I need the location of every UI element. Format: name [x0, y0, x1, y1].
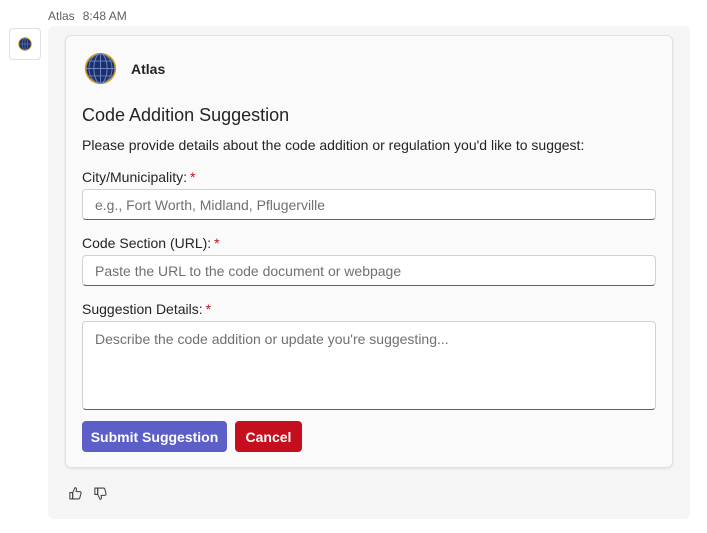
reaction-bar — [68, 486, 108, 501]
code-section-url-input[interactable] — [82, 255, 656, 286]
globe-logo-icon — [84, 52, 117, 85]
code-section-label: Code Section (URL): * — [82, 235, 220, 251]
message-meta: Atlas 8:48 AM — [48, 9, 127, 23]
suggestion-details-label: Suggestion Details: * — [82, 301, 211, 317]
thumbs-down-button[interactable] — [93, 486, 108, 501]
required-marker: * — [190, 169, 196, 185]
adaptive-card: Atlas Code Addition Suggestion Please pr… — [65, 35, 673, 468]
bot-avatar[interactable] — [9, 28, 41, 60]
required-marker: * — [205, 301, 212, 317]
card-intro: Please provide details about the code ad… — [82, 137, 585, 153]
message-time: 8:48 AM — [82, 9, 127, 23]
thumbs-up-button[interactable] — [68, 486, 83, 501]
submit-suggestion-button[interactable]: Submit Suggestion — [82, 421, 227, 452]
globe-logo-icon — [18, 37, 32, 51]
required-marker: * — [214, 235, 220, 251]
thumbs-down-icon — [94, 487, 107, 500]
thumbs-up-icon — [69, 487, 82, 500]
card-title: Code Addition Suggestion — [82, 105, 290, 125]
suggestion-details-textarea[interactable] — [82, 321, 656, 410]
city-label-text: City/Municipality: — [82, 169, 188, 185]
code-section-label-text: Code Section (URL): — [82, 235, 212, 251]
city-label: City/Municipality: * — [82, 169, 195, 185]
sender-name: Atlas — [48, 9, 75, 23]
suggestion-details-label-text: Suggestion Details: — [82, 301, 203, 317]
city-input[interactable] — [82, 189, 656, 220]
card-bot-name: Atlas — [131, 60, 166, 77]
card-header: Atlas — [84, 52, 165, 85]
cancel-button[interactable]: Cancel — [235, 421, 302, 452]
